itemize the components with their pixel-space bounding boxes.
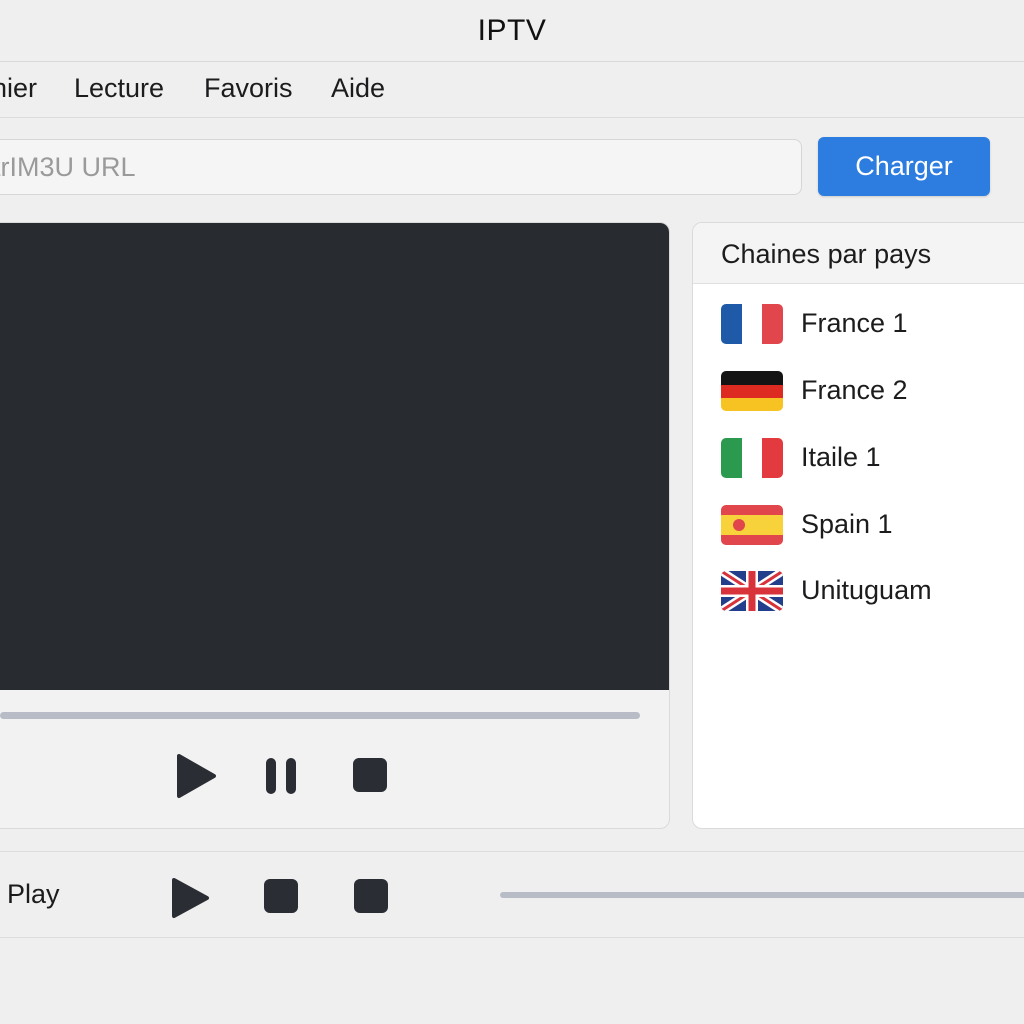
stop-icon[interactable] [263, 878, 299, 914]
france-flag-icon [721, 304, 783, 344]
uk-flag-icon [721, 571, 783, 611]
pause-icon[interactable] [264, 757, 300, 795]
channel-name: Itaile 1 [801, 442, 881, 472]
germany-flag-icon [721, 371, 783, 411]
title-bar: IPTV [0, 0, 1024, 62]
channels-title: Chaines par pays [721, 239, 932, 269]
window-title: IPTV [477, 13, 547, 47]
m3u-url-input[interactable] [0, 139, 802, 195]
bottom-control-bar: Play [0, 851, 1024, 938]
volume-slider[interactable] [500, 892, 1024, 898]
channels-header: Chaines par pays [693, 223, 1024, 284]
menu-bar: hier Lecture Favoris Aide [0, 62, 1024, 118]
italy-flag-icon [721, 438, 783, 478]
seek-bar[interactable] [0, 712, 640, 719]
video-display[interactable] [0, 223, 669, 690]
stop-icon[interactable] [352, 757, 388, 793]
play-icon[interactable] [174, 752, 218, 800]
channel-item[interactable]: Spain 1 [693, 495, 1024, 555]
channel-item[interactable]: Itaile 1 [693, 428, 1024, 488]
play-icon[interactable] [169, 876, 211, 920]
stop-icon[interactable] [353, 878, 389, 914]
channel-name: Spain 1 [801, 509, 893, 539]
channel-item[interactable]: France 1 [693, 294, 1024, 354]
menu-fichier[interactable]: hier [0, 73, 37, 104]
channel-name: Unituguam [801, 575, 932, 605]
menu-aide[interactable]: Aide [331, 73, 385, 104]
channel-name: France 2 [801, 375, 908, 405]
channel-item[interactable]: France 2 [693, 361, 1024, 421]
app-window: IPTV hier Lecture Favoris Aide Charger C… [0, 0, 1024, 1024]
menu-lecture[interactable]: Lecture [74, 73, 164, 104]
play-label[interactable]: Play [7, 879, 60, 910]
channel-name: France 1 [801, 308, 908, 338]
menu-favoris[interactable]: Favoris [204, 73, 293, 104]
player-panel [0, 222, 670, 829]
spain-flag-icon [721, 505, 783, 545]
channels-panel: Chaines par pays France 1 France 2 Itail… [692, 222, 1024, 829]
channel-item[interactable]: Unituguam [693, 561, 1024, 621]
load-button[interactable]: Charger [818, 137, 990, 196]
